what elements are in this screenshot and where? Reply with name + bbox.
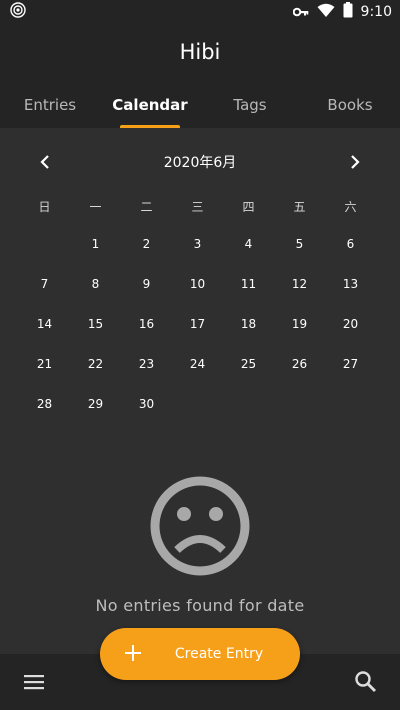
create-entry-button[interactable]: Create Entry	[100, 628, 300, 680]
menu-icon	[24, 675, 44, 690]
search-button[interactable]	[352, 668, 380, 696]
app-title: Hibi	[179, 40, 221, 64]
create-entry-label: Create Entry	[174, 646, 264, 662]
weekday-label: 六	[344, 200, 357, 214]
battery-icon	[343, 2, 353, 22]
day-cell[interactable]: 19	[274, 317, 325, 357]
day-cell[interactable]: 18	[223, 317, 274, 357]
month-header: 2020年6月	[0, 140, 400, 184]
chevron-right-icon	[351, 155, 360, 169]
day-cell-empty	[19, 237, 70, 277]
weekday-label: 三	[191, 200, 204, 214]
day-cell[interactable]: 13	[325, 277, 376, 317]
menu-button[interactable]	[20, 670, 48, 694]
search-icon	[355, 671, 376, 692]
tab-books[interactable]: Books	[300, 88, 400, 128]
day-cell[interactable]: 8	[70, 277, 121, 317]
day-cell[interactable]: 3	[172, 237, 223, 277]
day-cell[interactable]: 5	[274, 237, 325, 277]
tab-tags[interactable]: Tags	[200, 88, 300, 128]
weekday-label: 一	[89, 200, 102, 214]
day-cell[interactable]: 21	[19, 357, 70, 397]
day-cell[interactable]: 1	[70, 237, 121, 277]
status-time: 9:10	[360, 4, 392, 20]
weekday-label: 日	[38, 200, 51, 214]
day-cell[interactable]: 4	[223, 237, 274, 277]
hotspot-icon	[10, 2, 26, 22]
day-cell[interactable]: 16	[121, 317, 172, 357]
day-cell[interactable]: 22	[70, 357, 121, 397]
day-cell[interactable]: 17	[172, 317, 223, 357]
tab-bar: Entries Calendar Tags Books	[0, 88, 400, 128]
day-cell[interactable]: 15	[70, 317, 121, 357]
day-cell[interactable]: 14	[19, 317, 70, 357]
day-cell[interactable]: 6	[325, 237, 376, 277]
day-cell[interactable]: 25	[223, 357, 274, 397]
key-icon	[292, 3, 309, 22]
day-cell[interactable]: 24	[172, 357, 223, 397]
day-cell[interactable]: 27	[325, 357, 376, 397]
day-cell[interactable]: 30	[121, 397, 172, 437]
month-title: 2020年6月	[163, 155, 237, 171]
day-cell[interactable]: 12	[274, 277, 325, 317]
day-cell[interactable]: 28	[19, 397, 70, 437]
tab-entries[interactable]: Entries	[0, 88, 100, 128]
day-cell[interactable]: 10	[172, 277, 223, 317]
day-cell[interactable]: 20	[325, 317, 376, 357]
day-cell[interactable]: 23	[121, 357, 172, 397]
day-cell[interactable]: 7	[19, 277, 70, 317]
weekday-label: 二	[140, 200, 153, 214]
status-bar: 9:10	[0, 0, 400, 24]
weekday-label: 五	[293, 200, 306, 214]
weekday-label: 四	[242, 200, 255, 214]
empty-state-message: No entries found for date	[95, 596, 305, 615]
day-cell[interactable]: 11	[223, 277, 274, 317]
day-grid: 1 2 3 4 5 6 7 8 9 10 11 12 13 14 15 16 17 18 19 20 21 22 23 24 2…	[19, 237, 376, 437]
wifi-icon	[317, 3, 335, 22]
day-cell[interactable]: 2	[121, 237, 172, 277]
next-month-button[interactable]	[343, 150, 367, 174]
day-cell[interactable]: 9	[121, 277, 172, 317]
tab-calendar[interactable]: Calendar	[100, 88, 200, 128]
calendar: 2020年6月 日 一 二 三 四 五 六 1 2 3 4 5 6 7 8 9 10 11 12 13 1…	[0, 140, 400, 411]
weekday-header: 日 一 二 三 四 五 六	[19, 198, 376, 215]
app-bar: Hibi Entries Calendar Tags Books	[0, 24, 400, 128]
day-cell[interactable]: 26	[274, 357, 325, 397]
sad-face-icon	[150, 476, 250, 576]
day-cell[interactable]: 29	[70, 397, 121, 437]
